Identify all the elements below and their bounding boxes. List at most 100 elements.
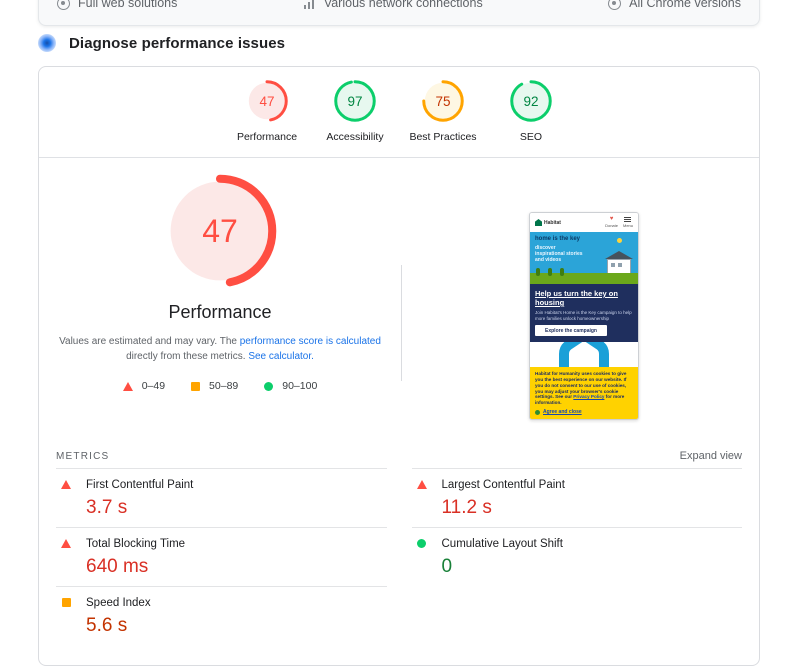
check-circle-icon (57, 0, 70, 10)
thumb-logo-text: Habitat (544, 220, 561, 226)
gauge-dial: 97 (334, 80, 376, 122)
pass-circle-icon (417, 539, 426, 548)
tree-icon (560, 268, 564, 276)
gauge-score: 97 (334, 80, 376, 122)
gauge-score: 75 (422, 80, 464, 122)
thumb-logo-band (530, 342, 638, 367)
score-legend: 0–49 50–89 90–100 (39, 380, 401, 392)
feature-strip: Full web solutions Various network conne… (38, 0, 760, 26)
privacy-policy-link: Privacy Policy (573, 394, 604, 399)
average-square-icon (62, 598, 71, 607)
metric-label: Cumulative Layout Shift (442, 538, 563, 550)
feature-label: Full web solutions (78, 0, 177, 10)
score-calculated-link[interactable]: performance score is calculated (240, 336, 381, 347)
metric-value: 0 (442, 555, 743, 579)
expand-view-link[interactable]: Expand view (680, 450, 742, 462)
thumb-agree-row: Agree and close (535, 409, 633, 415)
fail-triangle-icon (61, 480, 71, 489)
thumb-campaign-heading: Help us turn the key on housing (535, 289, 633, 307)
metric-value: 3.7 s (86, 496, 387, 520)
metrics-header: METRICS Expand view (56, 450, 742, 462)
thumb-hero-subtitle: discover inspirational stories and video… (535, 245, 585, 263)
thumb-grass (530, 273, 638, 284)
gauge-best-practices[interactable]: 75 Best Practices (399, 80, 487, 143)
metrics-grid: First Contentful Paint 3.7 s Largest Con… (56, 468, 742, 645)
pass-circle-icon (264, 382, 273, 391)
legend-range: 0–49 (142, 380, 165, 392)
tree-icon (536, 268, 540, 276)
metric-label: Total Blocking Time (86, 538, 185, 550)
metric-fcp: First Contentful Paint 3.7 s (56, 468, 387, 527)
category-gauges: 47 Performance 97 Accessibility 75 Best … (39, 80, 759, 143)
average-square-icon (191, 382, 200, 391)
sun-icon (617, 238, 622, 243)
section-heading: Diagnose performance issues (38, 34, 285, 52)
metric-tbt: Total Blocking Time 640 ms (56, 527, 387, 586)
chrome-icon (608, 0, 621, 10)
gauge-dial: 47 (246, 80, 288, 122)
gauge-dial: 92 (510, 80, 552, 122)
thumb-campaign-body: Join Habitat's Home is the Key campaign … (535, 310, 633, 321)
thumb-campaign: Help us turn the key on housing Join Hab… (530, 284, 638, 342)
legend-item-pass: 90–100 (264, 380, 317, 392)
thumb-window (618, 263, 622, 267)
gauge-label: Accessibility (326, 131, 383, 143)
tree-icon (548, 268, 552, 276)
habitat-arch-logo (551, 342, 617, 367)
metric-value: 11.2 s (442, 496, 743, 520)
feature-item-solutions: Full web solutions (57, 0, 177, 10)
vertical-divider (401, 265, 402, 381)
section-title: Diagnose performance issues (69, 35, 285, 52)
fail-triangle-icon (123, 382, 133, 391)
legend-item-average: 50–89 (191, 380, 238, 392)
agree-close-link: Agree and close (543, 409, 582, 415)
thumb-hero-tagline: home is the key (535, 236, 580, 242)
heart-icon: ♥ (610, 217, 614, 222)
habitat-house-icon (535, 219, 542, 226)
network-bars-icon (303, 0, 316, 10)
metrics-section-label: METRICS (56, 451, 109, 462)
gauge-dial: 75 (422, 80, 464, 122)
thumb-menu-label: Menu (623, 223, 633, 228)
gauge-seo[interactable]: 92 SEO (487, 80, 575, 143)
thumb-donate: ♥ Donate (605, 217, 618, 228)
thumb-house-roof (605, 251, 633, 259)
thumb-site-header: Habitat ♥ Donate Menu (530, 213, 638, 232)
hamburger-menu-icon (624, 217, 631, 222)
legend-range: 90–100 (282, 380, 317, 392)
metric-label: First Contentful Paint (86, 479, 193, 491)
performance-title: Performance (39, 302, 401, 323)
metric-label: Largest Contentful Paint (442, 479, 565, 491)
thumb-header-actions: ♥ Donate Menu (605, 217, 633, 228)
gauge-accessibility[interactable]: 97 Accessibility (311, 80, 399, 143)
metric-value: 640 ms (86, 555, 387, 579)
metric-cls: Cumulative Layout Shift 0 (412, 527, 743, 586)
metric-lcp: Largest Contentful Paint 11.2 s (412, 468, 743, 527)
fail-triangle-icon (417, 480, 427, 489)
description-text: directly from these metrics. (126, 351, 248, 362)
thumb-donate-label: Donate (605, 223, 618, 228)
lighthouse-report-card: 47 Performance 97 Accessibility 75 Best … (38, 66, 760, 666)
gauge-label: Best Practices (409, 131, 476, 143)
performance-summary: 47 Performance Values are estimated and … (39, 157, 401, 392)
gauge-performance[interactable]: 47 Performance (223, 80, 311, 143)
feature-label: All Chrome versions (629, 0, 741, 10)
gauge-score: 47 (246, 80, 288, 122)
legend-item-fail: 0–49 (123, 380, 165, 392)
performance-description: Values are estimated and may vary. The p… (39, 334, 401, 364)
legend-range: 50–89 (209, 380, 238, 392)
feature-label: Various network connections (324, 0, 483, 10)
gauge-label: SEO (520, 131, 542, 143)
check-icon (535, 410, 540, 415)
performance-score-gauge: 47 (163, 174, 277, 288)
gauge-score: 47 (163, 174, 277, 288)
fail-triangle-icon (61, 539, 71, 548)
thumb-window (611, 263, 615, 267)
insights-icon (38, 34, 56, 52)
feature-item-chrome: All Chrome versions (608, 0, 741, 10)
final-screenshot-thumbnail[interactable]: Habitat ♥ Donate Menu home is the key di… (529, 212, 639, 420)
metric-label: Speed Index (86, 597, 151, 609)
metric-value: 5.6 s (86, 614, 387, 638)
see-calculator-link[interactable]: See calculator. (248, 351, 314, 362)
thumb-cookie-banner: Habitat for Humanity uses cookies to giv… (530, 367, 638, 419)
